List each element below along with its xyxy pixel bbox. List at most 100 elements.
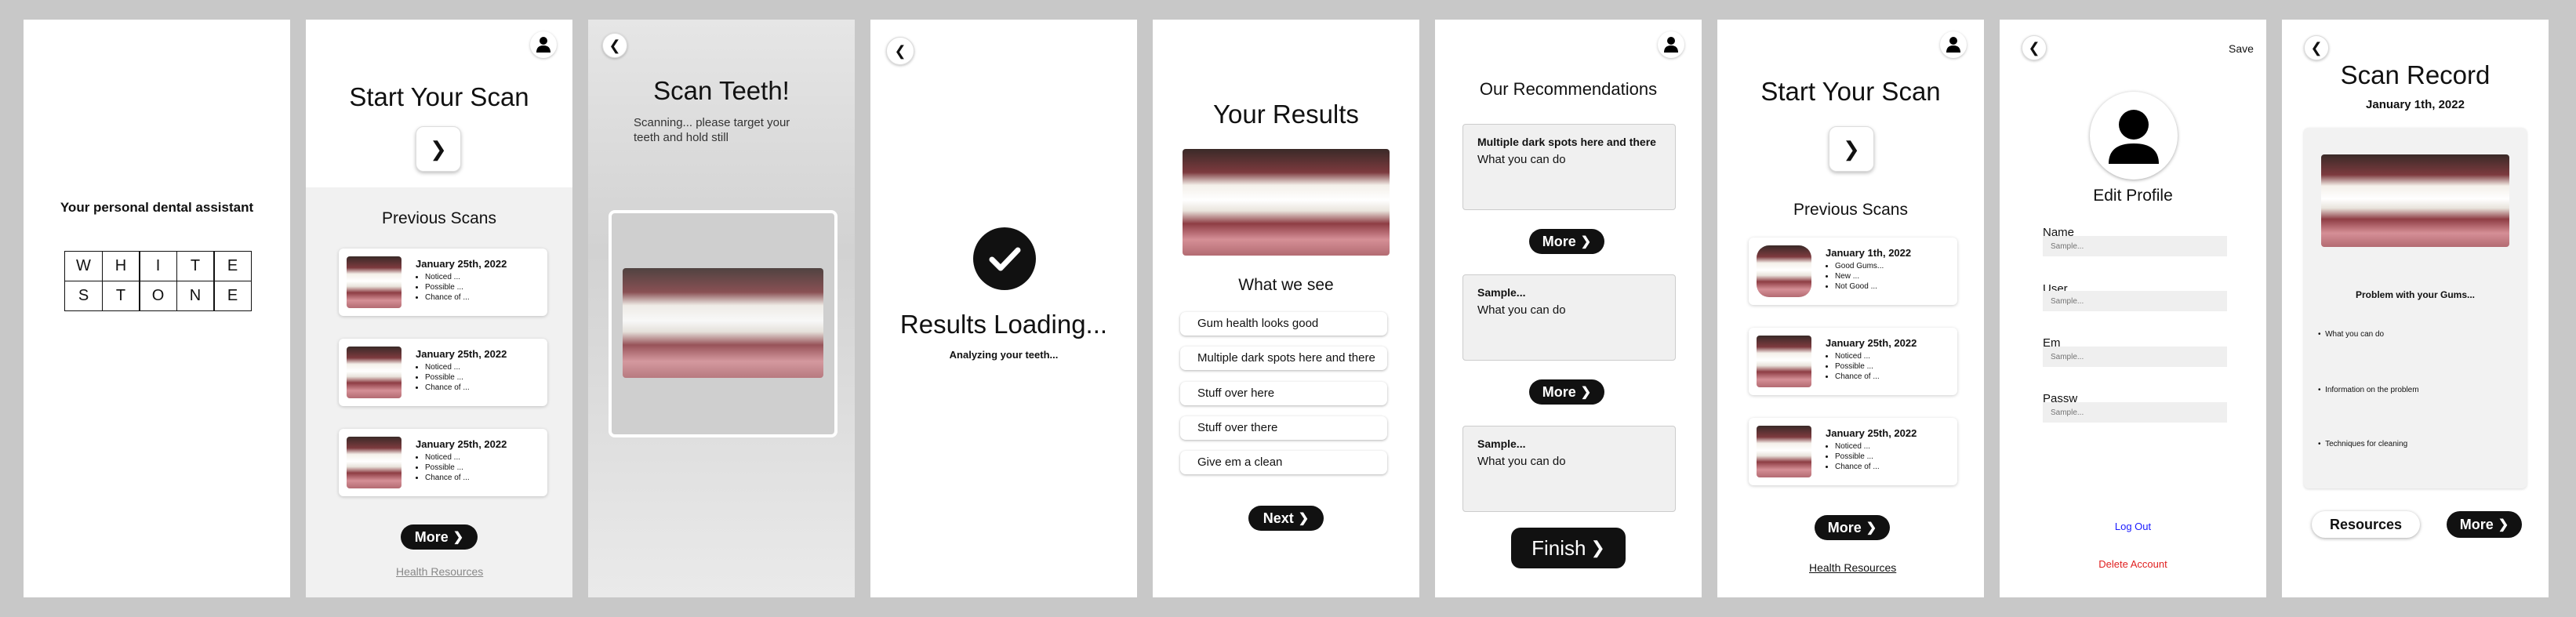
name-field[interactable] — [2043, 236, 2227, 256]
camera-feed — [623, 268, 823, 378]
more-button[interactable]: More ❯ — [1529, 379, 1604, 405]
recommendation-card[interactable]: Multiple dark spots here and there What … — [1462, 124, 1676, 210]
logout-button[interactable]: Log Out — [2000, 521, 2266, 532]
screen-edit-profile: ❮ Save Edit Profile Name User Name Em ai… — [2000, 20, 2266, 597]
delete-account-button[interactable]: Delete Account — [2000, 558, 2266, 570]
scan-card[interactable]: January 25th, 2022 Noticed ...Possible .… — [1749, 418, 1957, 485]
user-icon — [1946, 37, 1960, 53]
section-title: What we see — [1238, 276, 1334, 294]
finding-item[interactable]: Multiple dark spots here and there — [1180, 347, 1387, 370]
user-icon — [536, 37, 550, 53]
scan-thumbnail — [347, 256, 401, 308]
scan-card[interactable]: January 25th, 2022 Noticed ...Possible .… — [339, 249, 547, 316]
scan-notes: Noticed ...Possible ...Chance of ... — [416, 362, 470, 393]
chevron-left-icon: ❮ — [2028, 39, 2040, 56]
chevron-right-icon: ❯ — [452, 531, 464, 544]
finish-button[interactable]: Finish ❯ — [1511, 528, 1626, 568]
resources-button[interactable]: Resources — [2312, 511, 2420, 538]
recommendation-card[interactable]: Sample... What you can do — [1462, 426, 1676, 512]
rec-title: Sample... — [1477, 286, 1526, 299]
more-button[interactable]: More ❯ — [1529, 229, 1604, 254]
section-title: Previous Scans — [382, 209, 496, 227]
screen-splash: Your personal dental assistant WHITE STO… — [24, 20, 290, 597]
more-button[interactable]: More ❯ — [2447, 511, 2522, 538]
logo-letter: N — [176, 280, 215, 311]
scan-thumbnail — [1757, 336, 1811, 387]
bullet-item: • Information on the problem — [2318, 386, 2419, 394]
password-field[interactable] — [2043, 402, 2227, 423]
save-button[interactable]: Save — [2229, 42, 2254, 55]
scan-date: January 1th, 2022 — [1826, 247, 1912, 259]
scan-image — [2321, 154, 2509, 247]
camera-viewfinder[interactable] — [609, 210, 837, 437]
logo-letter: W — [64, 251, 103, 281]
check-icon — [973, 227, 1036, 290]
scan-card[interactable]: January 25th, 2022 Noticed ...Possible .… — [1749, 328, 1957, 395]
page-title: Scan Record — [2340, 60, 2491, 89]
screen-results-loading: ❮ Results Loading... Analyzing your teet… — [870, 20, 1137, 597]
scan-notes: Noticed ...Possible ...Chance of ... — [1826, 441, 1880, 472]
scan-notes: Noticed ...Possible ...Chance of ... — [1826, 351, 1880, 382]
scan-notes: Noticed ...Possible ...Chance of ... — [416, 452, 470, 483]
recommendation-card[interactable]: Sample... What you can do — [1462, 274, 1676, 361]
scan-card[interactable]: January 25th, 2022 Noticed ...Possible .… — [339, 339, 547, 406]
health-resources-link[interactable]: Health Resources — [396, 565, 483, 578]
start-scan-button[interactable]: ❯ — [1829, 126, 1874, 172]
screen-results: Your Results What we see Gum health look… — [1153, 20, 1419, 597]
loading-subtitle: Analyzing your teeth... — [949, 349, 1059, 361]
screen-scan-record: ❮ Scan Record January 1th, 2022 Problem … — [2282, 20, 2549, 597]
scan-date: January 25th, 2022 — [1826, 427, 1917, 439]
profile-button[interactable] — [1658, 31, 1684, 58]
more-button[interactable]: More ❯ — [1815, 515, 1890, 540]
scan-thumbnail — [347, 437, 401, 488]
finding-item[interactable]: Stuff over there — [1180, 416, 1387, 440]
user-icon — [2109, 110, 2159, 164]
tagline: Your personal dental assistant — [60, 200, 254, 215]
back-button[interactable]: ❮ — [2304, 35, 2329, 60]
next-button[interactable]: Next ❯ — [1248, 506, 1324, 531]
finding-item[interactable]: Gum health looks good — [1180, 312, 1387, 336]
scan-card[interactable]: January 1th, 2022 Good Gums...New ...Not… — [1749, 238, 1957, 305]
record-date: January 1th, 2022 — [2366, 98, 2465, 111]
scan-image — [1183, 149, 1390, 256]
chevron-right-icon: ❯ — [1843, 136, 1860, 161]
page-title: Our Recommendations — [1479, 79, 1658, 99]
start-scan-button[interactable]: ❯ — [416, 126, 461, 172]
username-field[interactable] — [2043, 291, 2227, 311]
screen-start-scan-2: Start Your Scan ❯ Previous Scans January… — [1717, 20, 1984, 597]
profile-button[interactable] — [530, 31, 557, 58]
page-title: Start Your Scan — [1760, 77, 1941, 106]
more-button[interactable]: More ❯ — [401, 524, 478, 550]
rec-body: What you can do — [1477, 455, 1566, 468]
scan-date: January 25th, 2022 — [416, 348, 507, 360]
loading-title: Results Loading... — [899, 310, 1108, 339]
chevron-right-icon: ❯ — [1580, 235, 1592, 249]
record-panel: Problem with your Gums... • What you can… — [2304, 128, 2527, 488]
profile-button[interactable] — [1940, 31, 1967, 58]
chevron-right-icon: ❯ — [1866, 521, 1877, 535]
back-button[interactable]: ❮ — [2022, 35, 2047, 60]
logo: WHITE STONE — [64, 251, 252, 311]
rec-title: Sample... — [1477, 437, 1526, 450]
logo-letter: I — [139, 251, 177, 281]
user-icon — [1664, 37, 1678, 53]
health-resources-link[interactable]: Health Resources — [1809, 561, 1896, 574]
rec-body: What you can do — [1477, 153, 1566, 166]
back-button[interactable]: ❮ — [602, 33, 627, 58]
bullet-item: • Techniques for cleaning — [2318, 440, 2408, 448]
page-title: Start Your Scan — [349, 82, 529, 111]
email-field[interactable] — [2043, 347, 2227, 367]
chevron-right-icon: ❯ — [2498, 518, 2509, 532]
finding-item[interactable]: Stuff over here — [1180, 382, 1387, 405]
profile-avatar[interactable] — [2090, 92, 2178, 180]
previous-scans-panel: Previous Scans January 25th, 2022 Notice… — [306, 187, 572, 597]
chevron-right-icon: ❯ — [430, 136, 447, 161]
finding-item[interactable]: Give em a clean — [1180, 451, 1387, 474]
logo-letter: H — [101, 251, 140, 281]
page-title: Scan Teeth! — [653, 76, 790, 105]
scan-card[interactable]: January 25th, 2022 Noticed ...Possible .… — [339, 429, 547, 496]
page-title: Your Results — [1213, 100, 1359, 129]
back-button[interactable]: ❮ — [886, 37, 914, 65]
page-title: Edit Profile — [2093, 187, 2173, 205]
logo-letter: S — [64, 280, 103, 311]
